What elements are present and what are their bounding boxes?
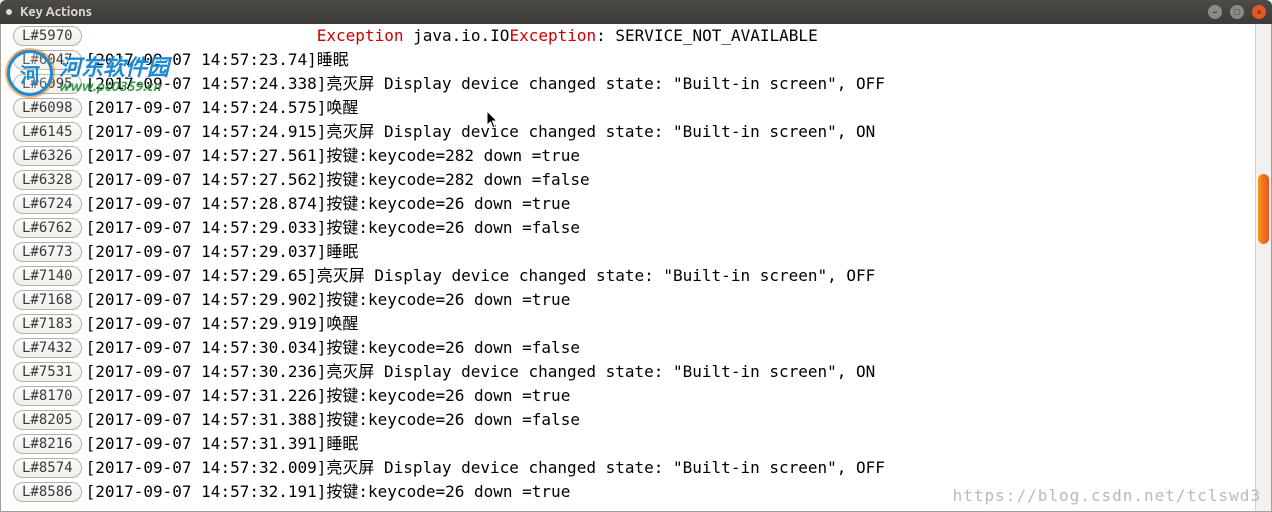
log-text: [2017-09-07 14:57:24.915]亮灭屏 Display dev… xyxy=(86,120,876,144)
vertical-scrollbar[interactable] xyxy=(1255,24,1271,511)
line-number-button[interactable]: L#7432 xyxy=(13,338,82,358)
log-row: L#7432 [2017-09-07 14:57:30.034]按键:keyco… xyxy=(1,336,1255,360)
line-number-button[interactable]: L#6145 xyxy=(13,122,82,142)
log-text: [2017-09-07 14:57:27.562]按键:keycode=282 … xyxy=(86,168,590,192)
log-row: L#7183 [2017-09-07 14:57:29.919]唤醒 xyxy=(1,312,1255,336)
line-number-button[interactable]: L#8205 xyxy=(13,410,82,430)
log-row: L#8574 [2017-09-07 14:57:32.009]亮灭屏 Disp… xyxy=(1,456,1255,480)
log-row: L#7168 [2017-09-07 14:57:29.902]按键:keyco… xyxy=(1,288,1255,312)
line-number-button[interactable]: L#6326 xyxy=(13,146,82,166)
line-number-button[interactable]: L#6098 xyxy=(13,98,82,118)
line-number-button[interactable]: L#8574 xyxy=(13,458,82,478)
log-row: L#8170 [2017-09-07 14:57:31.226]按键:keyco… xyxy=(1,384,1255,408)
log-text: [2017-09-07 14:57:30.034]按键:keycode=26 d… xyxy=(86,336,580,360)
log-row: L#6724 [2017-09-07 14:57:28.874]按键:keyco… xyxy=(1,192,1255,216)
line-number-button[interactable]: L#8170 xyxy=(13,386,82,406)
scroll-thumb[interactable] xyxy=(1258,174,1269,244)
line-number-button[interactable]: L#8216 xyxy=(13,434,82,454)
log-pane[interactable]: L#5970 Exception java.io.IOException: SE… xyxy=(1,24,1255,511)
line-number-button[interactable]: L#6773 xyxy=(13,242,82,262)
log-text: [2017-09-07 14:57:29.902]按键:keycode=26 d… xyxy=(86,288,571,312)
log-text: [2017-09-07 14:57:31.388]按键:keycode=26 d… xyxy=(86,408,580,432)
log-row: L#8205 [2017-09-07 14:57:31.388]按键:keyco… xyxy=(1,408,1255,432)
log-row: L#6098 [2017-09-07 14:57:24.575]唤醒 xyxy=(1,96,1255,120)
log-text: [2017-09-07 14:57:28.874]按键:keycode=26 d… xyxy=(86,192,571,216)
titlebar: Key Actions − □ × xyxy=(0,0,1272,24)
line-number-button[interactable]: L#7140 xyxy=(13,266,82,286)
line-number-button[interactable]: L#7531 xyxy=(13,362,82,382)
log-row: L#6326 [2017-09-07 14:57:27.561]按键:keyco… xyxy=(1,144,1255,168)
log-text: [2017-09-07 14:57:24.575]唤醒 xyxy=(86,96,359,120)
log-row: L#6773 [2017-09-07 14:57:29.037]睡眠 xyxy=(1,240,1255,264)
log-text: [2017-09-07 14:57:30.236]亮灭屏 Display dev… xyxy=(86,360,876,384)
log-row: L#7140 [2017-09-07 14:57:29.65]亮灭屏 Displ… xyxy=(1,264,1255,288)
titlebar-dot-icon xyxy=(6,9,12,15)
log-text: [2017-09-07 14:57:24.338]亮灭屏 Display dev… xyxy=(86,72,885,96)
log-text: [2017-09-07 14:57:27.561]按键:keycode=282 … xyxy=(86,144,580,168)
log-text: [2017-09-07 14:57:29.033]按键:keycode=26 d… xyxy=(86,216,580,240)
maximize-button[interactable]: □ xyxy=(1230,5,1244,19)
line-number-button[interactable]: L#6762 xyxy=(13,218,82,238)
line-number-button[interactable]: L#6328 xyxy=(13,170,82,190)
close-button[interactable]: × xyxy=(1252,5,1266,19)
log-row: L#8586 [2017-09-07 14:57:32.191]按键:keyco… xyxy=(1,480,1255,504)
log-text: [2017-09-07 14:57:29.919]唤醒 xyxy=(86,312,359,336)
content-area: 河 河东软件园 www.pc0359.cn L#5970 Exception j… xyxy=(0,24,1272,512)
line-number-button[interactable]: L#7183 xyxy=(13,314,82,334)
line-number-button[interactable]: L#6724 xyxy=(13,194,82,214)
line-number-button[interactable]: L#6095 xyxy=(13,74,82,94)
log-text: Exception java.io.IOException: SERVICE_N… xyxy=(86,24,818,48)
line-number-button[interactable]: L#5970 xyxy=(13,26,82,46)
log-row: L#6328 [2017-09-07 14:57:27.562]按键:keyco… xyxy=(1,168,1255,192)
log-text: [2017-09-07 14:57:31.226]按键:keycode=26 d… xyxy=(86,384,571,408)
log-row: L#6047 [2017-09-07 14:57:23.74]睡眠 xyxy=(1,48,1255,72)
log-row: L#5970 Exception java.io.IOException: SE… xyxy=(1,24,1255,48)
log-row: L#7531 [2017-09-07 14:57:30.236]亮灭屏 Disp… xyxy=(1,360,1255,384)
line-number-button[interactable]: L#7168 xyxy=(13,290,82,310)
minimize-button[interactable]: − xyxy=(1208,5,1222,19)
line-number-button[interactable]: L#6047 xyxy=(13,50,82,70)
window-controls: − □ × xyxy=(1208,5,1266,19)
log-text: [2017-09-07 14:57:23.74]睡眠 xyxy=(86,48,349,72)
log-row: L#6145 [2017-09-07 14:57:24.915]亮灭屏 Disp… xyxy=(1,120,1255,144)
log-text: [2017-09-07 14:57:32.009]亮灭屏 Display dev… xyxy=(86,456,885,480)
log-text: [2017-09-07 14:57:32.191]按键:keycode=26 d… xyxy=(86,480,571,504)
log-text: [2017-09-07 14:57:29.037]睡眠 xyxy=(86,240,359,264)
line-number-button[interactable]: L#8586 xyxy=(13,482,82,502)
window-title: Key Actions xyxy=(20,5,92,19)
log-text: [2017-09-07 14:57:29.65]亮灭屏 Display devi… xyxy=(86,264,876,288)
log-row: L#8216 [2017-09-07 14:57:31.391]睡眠 xyxy=(1,432,1255,456)
log-row: L#6762 [2017-09-07 14:57:29.033]按键:keyco… xyxy=(1,216,1255,240)
log-text: [2017-09-07 14:57:31.391]睡眠 xyxy=(86,432,359,456)
log-row: L#6095 [2017-09-07 14:57:24.338]亮灭屏 Disp… xyxy=(1,72,1255,96)
